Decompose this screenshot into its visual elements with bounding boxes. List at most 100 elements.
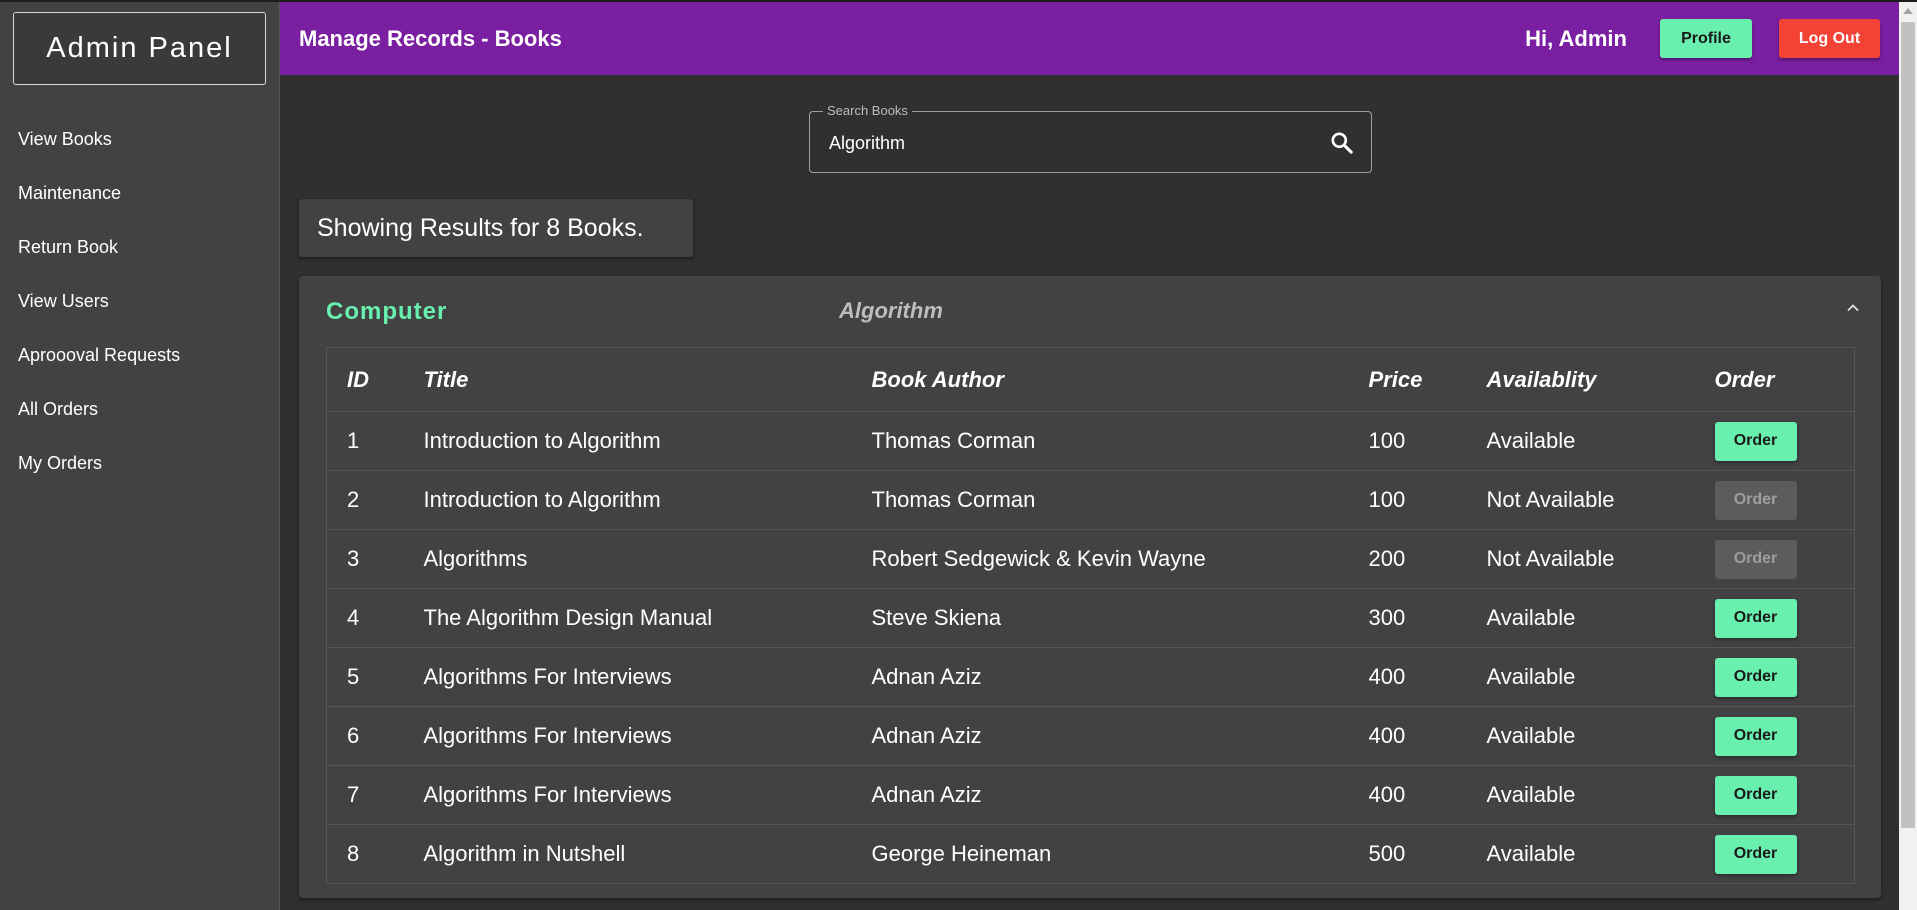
order-button[interactable]: Order	[1714, 834, 1797, 874]
cell-availability: Available	[1466, 765, 1695, 825]
cell-author: Robert Sedgewick & Kevin Wayne	[851, 529, 1349, 589]
cell-order: Order	[1694, 588, 1855, 648]
order-button-disabled: Order	[1714, 539, 1797, 579]
order-button[interactable]: Order	[1714, 421, 1797, 461]
cell-id: 3	[326, 529, 404, 589]
sidebar-item-view-books[interactable]: View Books	[0, 112, 280, 166]
order-button-disabled: Order	[1714, 480, 1797, 520]
cell-price: 300	[1348, 588, 1467, 648]
cell-availability: Available	[1466, 411, 1695, 471]
cell-availability: Available	[1466, 706, 1695, 766]
column-header-price: Price	[1348, 347, 1467, 412]
sidebar-item-label: My Orders	[18, 452, 103, 473]
sidebar-item-return-book[interactable]: Return Book	[0, 220, 280, 274]
cell-author: Adnan Aziz	[851, 765, 1349, 825]
cell-price: 100	[1348, 470, 1467, 530]
cell-id: 6	[326, 706, 404, 766]
books-table: ID Title Book Author Price Availablity O…	[326, 347, 1855, 884]
sidebar-item-label: Maintenance	[18, 182, 122, 203]
order-button[interactable]: Order	[1714, 775, 1797, 815]
cell-order: Order	[1694, 411, 1855, 471]
profile-button[interactable]: Profile	[1660, 19, 1752, 58]
cell-title: Algorithms	[403, 529, 852, 589]
sidebar-item-maintenance[interactable]: Maintenance	[0, 166, 280, 220]
table-row: 1 Introduction to Algorithm Thomas Corma…	[326, 411, 1855, 471]
results-count: Showing Results for 8 Books.	[299, 199, 693, 257]
results-text: Showing Results for 8 Books.	[317, 213, 644, 242]
search-field: Search Books	[809, 103, 1372, 173]
cell-price: 500	[1368, 841, 1406, 866]
cell-author: Thomas Corman	[851, 411, 1349, 471]
column-header-id: ID	[326, 347, 404, 412]
table-row: 5 Algorithms For Interviews Adnan Aziz 4…	[326, 647, 1855, 707]
cell-title: Algorithms For Interviews	[403, 706, 852, 766]
cell-title: Introduction to Algorithm	[403, 470, 852, 530]
cell-price: 200	[1348, 529, 1467, 589]
cell-id: 1	[326, 411, 404, 471]
table-row: 3 Algorithms Robert Sedgewick & Kevin Wa…	[326, 529, 1855, 589]
table-row: 4 The Algorithm Design Manual Steve Skie…	[326, 588, 1855, 648]
cell-order: Order	[1694, 470, 1855, 530]
column-header-availability: Availablity	[1466, 347, 1695, 412]
cell-price: 100	[1348, 411, 1467, 471]
cell-author: Adnan Aziz	[851, 647, 1349, 707]
cell-order: Order	[1694, 529, 1855, 589]
search-query-label: Algorithm	[839, 298, 943, 323]
cell-title: Algorithms For Interviews	[403, 765, 852, 825]
cell-availability: Not Available	[1466, 470, 1695, 530]
cell-availability: Available	[1466, 647, 1695, 707]
cell-author: Steve Skiena	[851, 588, 1349, 648]
sidebar-nav: View Books Maintenance Return Book View …	[0, 112, 280, 490]
cell-title: Algorithms For Interviews	[403, 647, 852, 707]
header-actions: Hi, Admin Profile Log Out	[1525, 19, 1880, 58]
page-title: Manage Records - Books	[299, 25, 562, 51]
sidebar-item-label: All Orders	[18, 398, 99, 419]
sidebar-item-all-orders[interactable]: All Orders	[0, 382, 280, 436]
scroll-up-arrow-icon[interactable]	[1903, 8, 1913, 14]
category-panel: Computer Algorithm ID Title Book Author …	[299, 276, 1881, 898]
chevron-up-icon[interactable]	[1845, 300, 1861, 316]
column-header-order: Order	[1694, 347, 1855, 412]
sidebar: Admin Panel View Books Maintenance Retur…	[0, 2, 280, 910]
sidebar-item-label: View Books	[18, 128, 112, 149]
cell-title: Algorithm in Nutshell	[423, 841, 626, 866]
sidebar-item-view-users[interactable]: View Users	[0, 274, 280, 328]
cell-availability: Available	[1486, 841, 1576, 866]
cell-id: 5	[326, 647, 404, 707]
cell-title: Introduction to Algorithm	[403, 411, 852, 471]
sidebar-item-label: Aproooval Requests	[18, 344, 181, 365]
table-header-row: ID Title Book Author Price Availablity O…	[326, 347, 1855, 412]
column-header-author: Book Author	[851, 347, 1349, 412]
search-icon[interactable]	[1329, 130, 1355, 156]
cell-order: Order	[1694, 706, 1855, 766]
scroll-thumb[interactable]	[1901, 22, 1915, 828]
table-row: 6 Algorithms For Interviews Adnan Aziz 4…	[326, 706, 1855, 766]
search-input[interactable]	[827, 126, 1311, 160]
cell-availability: Available	[1466, 588, 1695, 648]
cell-author: Thomas Corman	[851, 470, 1349, 530]
table-row: 7 Algorithms For Interviews Adnan Aziz 4…	[326, 765, 1855, 825]
cell-id: 8	[347, 841, 360, 866]
order-button[interactable]: Order	[1714, 716, 1797, 756]
cell-author: Adnan Aziz	[851, 706, 1349, 766]
cell-author: George Heineman	[871, 841, 1052, 866]
sidebar-item-my-orders[interactable]: My Orders	[0, 436, 280, 490]
search-label: Search Books	[823, 103, 912, 118]
cell-availability: Not Available	[1466, 529, 1695, 589]
cell-id: 7	[326, 765, 404, 825]
user-greeting: Hi, Admin	[1525, 25, 1627, 51]
cell-id: 2	[326, 470, 404, 530]
cell-price: 400	[1348, 706, 1467, 766]
table-row: 2 Introduction to Algorithm Thomas Corma…	[326, 470, 1855, 530]
order-button[interactable]: Order	[1714, 598, 1797, 638]
sidebar-item-approval-requests[interactable]: Aproooval Requests	[0, 328, 280, 382]
order-button[interactable]: Order	[1714, 657, 1797, 697]
page-scrollbar[interactable]	[1899, 2, 1917, 910]
cell-id: 4	[326, 588, 404, 648]
sidebar-item-label: View Users	[18, 290, 109, 311]
admin-panel-logo: Admin Panel	[13, 12, 266, 85]
cell-order: Order	[1694, 765, 1855, 825]
cell-order: Order	[1695, 825, 1855, 884]
logout-button[interactable]: Log Out	[1779, 19, 1880, 58]
cell-title: The Algorithm Design Manual	[403, 588, 852, 648]
